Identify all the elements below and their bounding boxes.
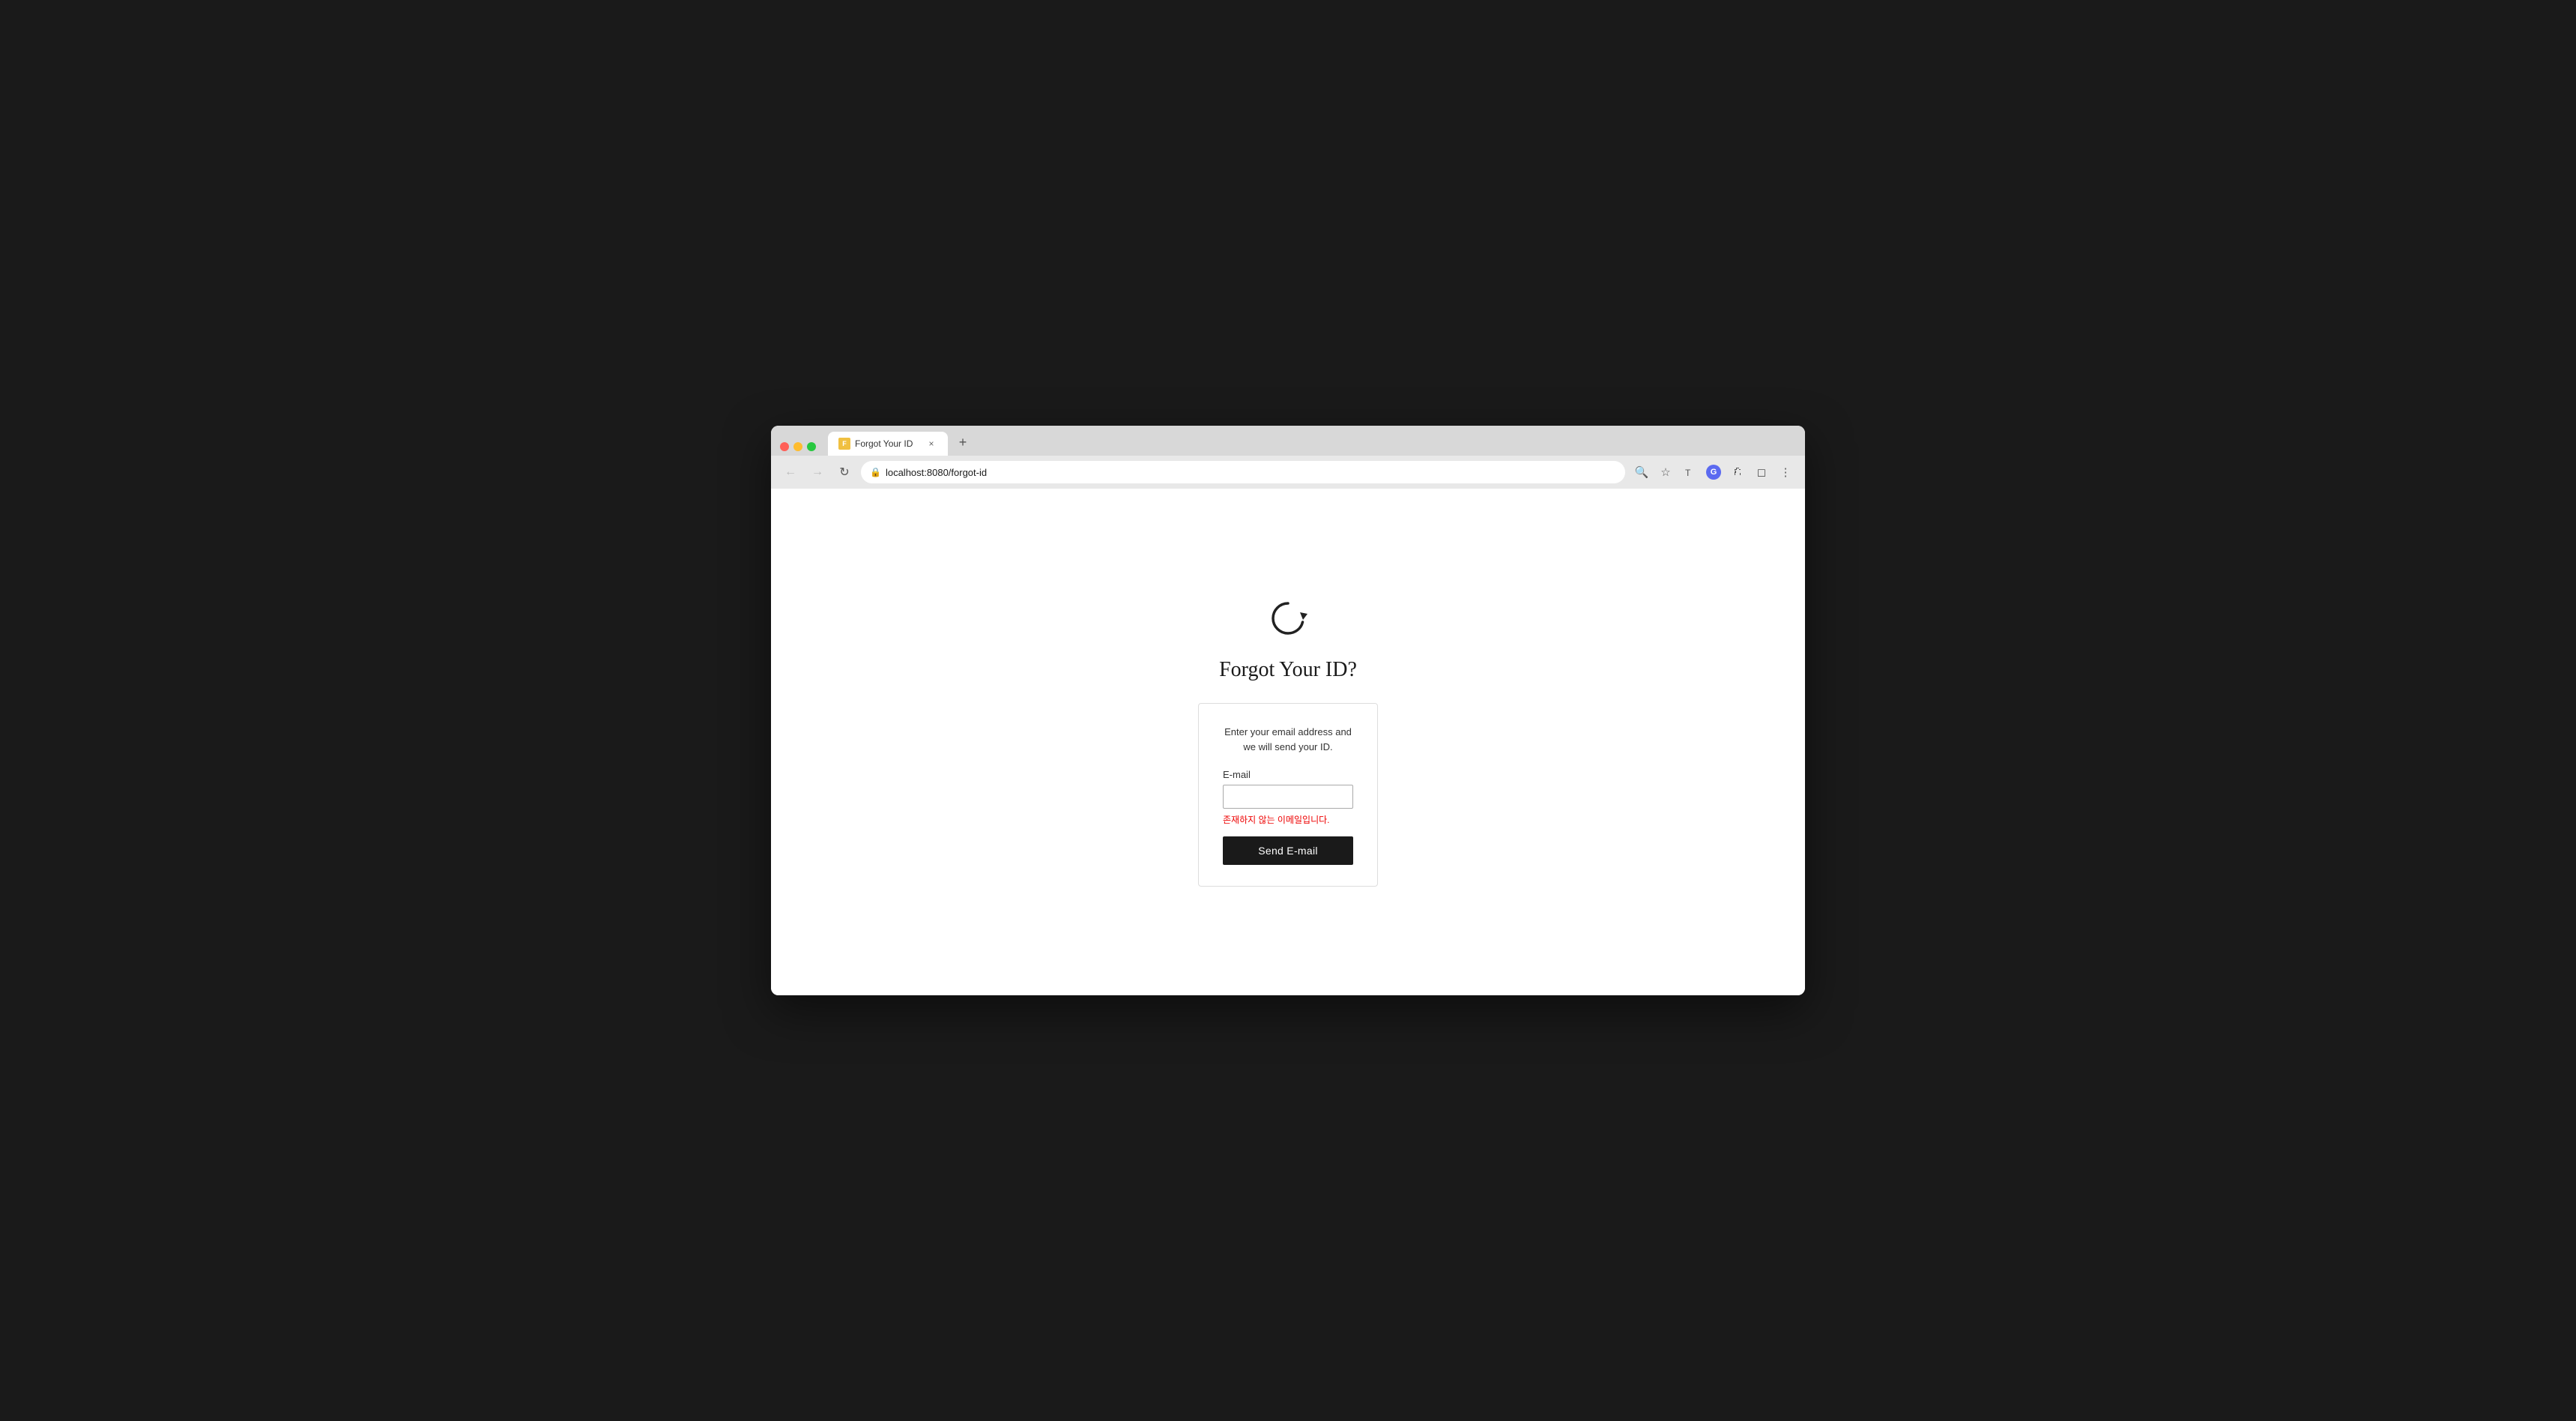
tab-title: Forgot Your ID xyxy=(855,438,921,449)
maximize-window-button[interactable] xyxy=(807,442,816,451)
browser-tab-active[interactable]: F Forgot Your ID × xyxy=(828,432,948,456)
browser-window: F Forgot Your ID × + ← → ↻ 🔒 localhost:8… xyxy=(771,426,1805,995)
url-text: localhost:8080/forgot-id xyxy=(886,467,1616,478)
minimize-window-button[interactable] xyxy=(793,442,802,451)
traffic-lights xyxy=(780,442,816,451)
toolbar-icons: 🔍 ☆ T G ◻ ⋮ xyxy=(1631,462,1796,483)
error-message: 존재하지 않는 이메일입니다. xyxy=(1223,813,1353,826)
search-icon[interactable]: 🔍 xyxy=(1631,462,1652,483)
forward-button[interactable]: → xyxy=(807,462,828,483)
form-description: Enter your email address and we will sen… xyxy=(1223,725,1353,754)
bookmark-icon[interactable]: ☆ xyxy=(1655,462,1676,483)
form-card: Enter your email address and we will sen… xyxy=(1198,703,1378,887)
lock-icon: 🔒 xyxy=(870,467,881,477)
send-email-button[interactable]: Send E-mail xyxy=(1223,836,1353,865)
profile-icon[interactable]: G xyxy=(1703,462,1724,483)
tab-close-button[interactable]: × xyxy=(925,438,937,450)
reload-button[interactable]: ↻ xyxy=(834,462,855,483)
title-bar: F Forgot Your ID × + ← → ↻ 🔒 localhost:8… xyxy=(771,426,1805,489)
email-input[interactable] xyxy=(1223,785,1353,809)
extensions-icon[interactable] xyxy=(1727,462,1748,483)
refresh-icon xyxy=(1267,597,1309,646)
close-window-button[interactable] xyxy=(780,442,789,451)
tab-favicon-icon: F xyxy=(838,438,850,450)
tab-row: F Forgot Your ID × + xyxy=(771,426,1805,456)
address-bar-row: ← → ↻ 🔒 localhost:8080/forgot-id 🔍 ☆ T G xyxy=(771,456,1805,489)
menu-icon[interactable]: ⋮ xyxy=(1775,462,1796,483)
page-heading: Forgot Your ID? xyxy=(1219,658,1357,682)
email-label: E-mail xyxy=(1223,769,1353,780)
svg-text:T: T xyxy=(1685,468,1691,478)
new-tab-button[interactable]: + xyxy=(952,432,973,453)
back-button[interactable]: ← xyxy=(780,462,801,483)
address-bar[interactable]: 🔒 localhost:8080/forgot-id xyxy=(861,461,1625,483)
page-content: Forgot Your ID? Enter your email address… xyxy=(771,489,1805,995)
translate-icon[interactable]: T xyxy=(1679,462,1700,483)
media-icon[interactable]: ◻ xyxy=(1751,462,1772,483)
